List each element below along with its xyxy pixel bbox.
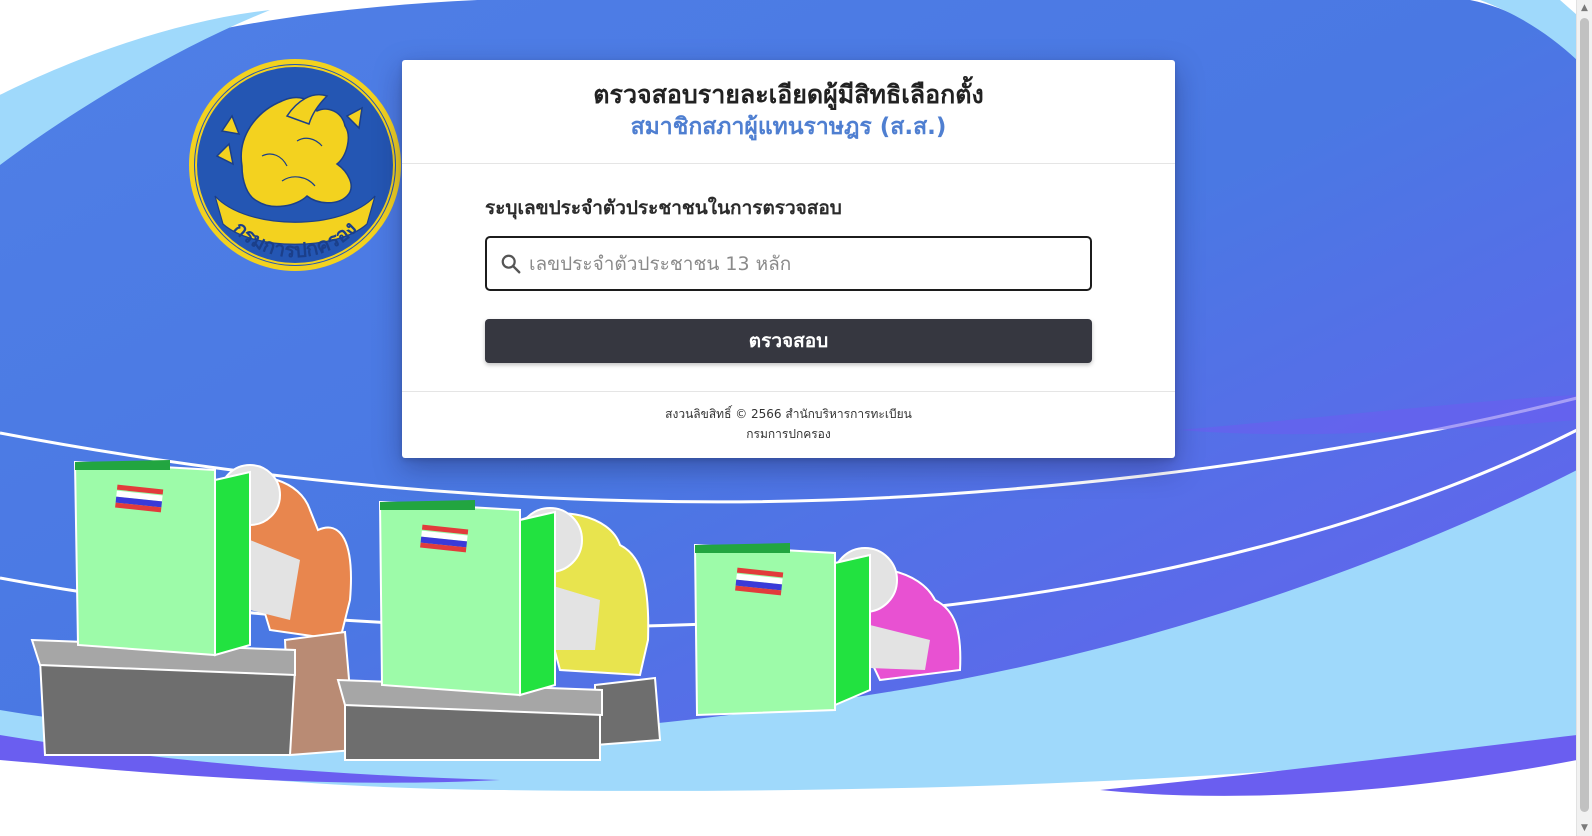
card-header: ตรวจสอบรายละเอียดผู้มีสิทธิเลือกตั้ง สมา…	[402, 60, 1175, 164]
card-footer: สงวนลิขสิทธิ์ © 2566 สำนักบริหารการทะเบี…	[402, 392, 1175, 444]
scroll-down-arrow-icon[interactable]: ▼	[1577, 820, 1592, 836]
page: กรมการปกครอง ตรวจสอบรายละเอียดผู้มีสิทธิ…	[0, 0, 1592, 836]
vertical-scrollbar[interactable]: ▲ ▼	[1576, 0, 1592, 836]
check-button[interactable]: ตรวจสอบ	[485, 319, 1092, 363]
scroll-up-arrow-icon[interactable]: ▲	[1577, 0, 1592, 16]
id-search-field[interactable]	[485, 236, 1092, 291]
scrollbar-thumb[interactable]	[1580, 18, 1589, 812]
lookup-card: ตรวจสอบรายละเอียดผู้มีสิทธิเลือกตั้ง สมา…	[402, 60, 1175, 458]
voting-booth-1	[30, 460, 357, 757]
organization-text: กรมการปกครอง	[746, 427, 831, 441]
department-seal-logo: กรมการปกครอง	[189, 59, 401, 271]
voting-booth-2	[336, 500, 662, 761]
page-title: ตรวจสอบรายละเอียดผู้มีสิทธิเลือกตั้ง	[593, 80, 984, 109]
national-id-input[interactable]	[527, 244, 1081, 284]
lookup-form: ระบุเลขประจำตัวประชาชนในการตรวจสอบ ตรวจส…	[402, 164, 1175, 392]
copyright-text: สงวนลิขสิทธิ์ © 2566 สำนักบริหารการทะเบี…	[665, 407, 912, 421]
search-icon	[501, 254, 521, 274]
page-subtitle: สมาชิกสภาผู้แทนราษฎร (ส.ส.)	[630, 114, 947, 140]
id-input-label: ระบุเลขประจำตัวประชาชนในการตรวจสอบ	[485, 197, 842, 219]
